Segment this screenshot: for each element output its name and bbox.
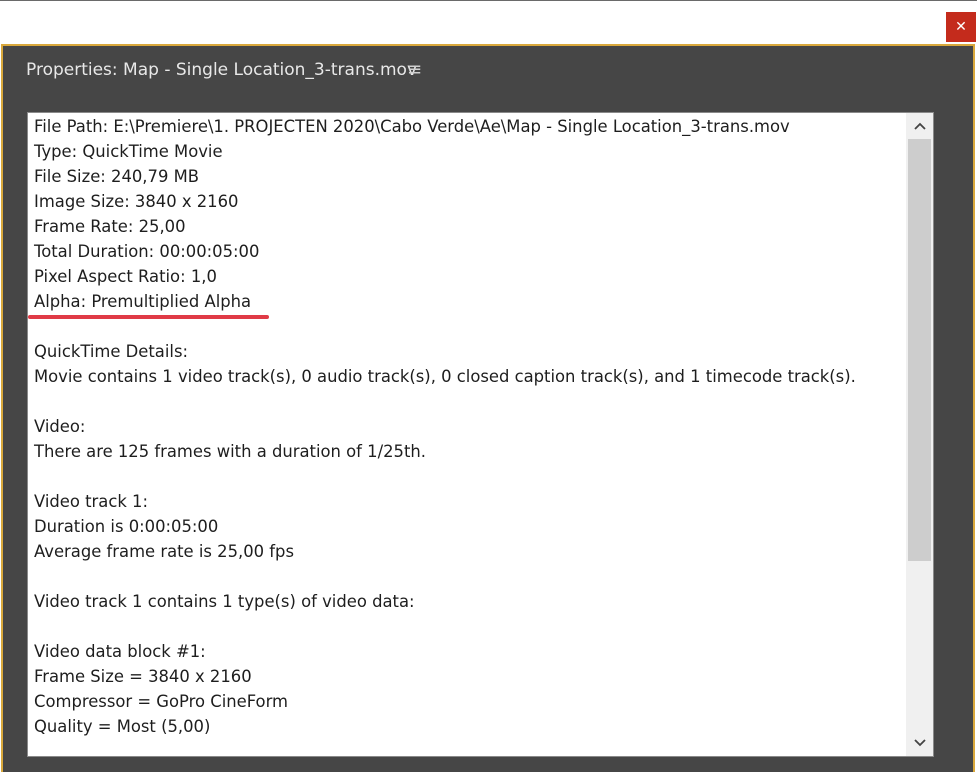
line-file-size: File Size: 240,79 MB: [34, 167, 199, 186]
chevron-up-icon: [913, 122, 926, 130]
line-pixel-aspect-ratio: Pixel Aspect Ratio: 1,0: [34, 267, 217, 286]
line-type: Type: QuickTime Movie: [34, 142, 223, 161]
line-total-duration: Total Duration: 00:00:05:00: [34, 242, 260, 261]
line-video-track-heading: Video track 1:: [34, 492, 149, 511]
vertical-scrollbar[interactable]: [906, 113, 933, 756]
line-video-heading: Video:: [34, 417, 86, 436]
line-blank: [34, 564, 904, 589]
line-blank: [34, 464, 904, 489]
window-titlebar: ✕: [0, 0, 977, 44]
line-alpha: Alpha: Premultiplied Alpha: [34, 292, 252, 311]
scroll-up-button[interactable]: [906, 113, 933, 139]
line-average-frame-rate: Average frame rate is 25,00 fps: [34, 542, 294, 561]
properties-text: File Path: E:\Premiere\1. PROJECTEN 2020…: [34, 114, 904, 739]
scroll-thumb[interactable]: [908, 139, 931, 561]
line-file-path: File Path: E:\Premiere\1. PROJECTEN 2020…: [34, 117, 790, 136]
line-data-block-heading: Video data block #1:: [34, 642, 206, 661]
scroll-down-button[interactable]: [906, 730, 933, 756]
chevron-down-icon: [913, 739, 926, 747]
line-frame-size: Frame Size = 3840 x 2160: [34, 667, 252, 686]
line-blank: [34, 614, 904, 639]
alpha-highlight-underline: [28, 315, 269, 319]
line-track-data-types: Video track 1 contains 1 type(s) of vide…: [34, 592, 415, 611]
line-frame-rate: Frame Rate: 25,00: [34, 217, 186, 236]
close-icon: ✕: [955, 19, 967, 35]
line-quicktime-details-heading: QuickTime Details:: [34, 342, 189, 361]
panel-title: Properties: Map - Single Location_3-tran…: [26, 60, 418, 80]
close-button[interactable]: ✕: [946, 12, 976, 42]
line-frames-count: There are 125 frames with a duration of …: [34, 442, 426, 461]
properties-panel: Properties: Map - Single Location_3-tran…: [1, 44, 975, 772]
line-compressor: Compressor = GoPro CineForm: [34, 692, 289, 711]
properties-text-box[interactable]: File Path: E:\Premiere\1. PROJECTEN 2020…: [27, 112, 934, 757]
hamburger-menu-icon[interactable]: ≡: [407, 59, 422, 80]
line-track-duration: Duration is 0:00:05:00: [34, 517, 219, 536]
line-image-size: Image Size: 3840 x 2160: [34, 192, 239, 211]
line-quality: Quality = Most (5,00): [34, 717, 211, 736]
line-movie-tracks: Movie contains 1 video track(s), 0 audio…: [34, 367, 856, 386]
line-blank: [34, 389, 904, 414]
